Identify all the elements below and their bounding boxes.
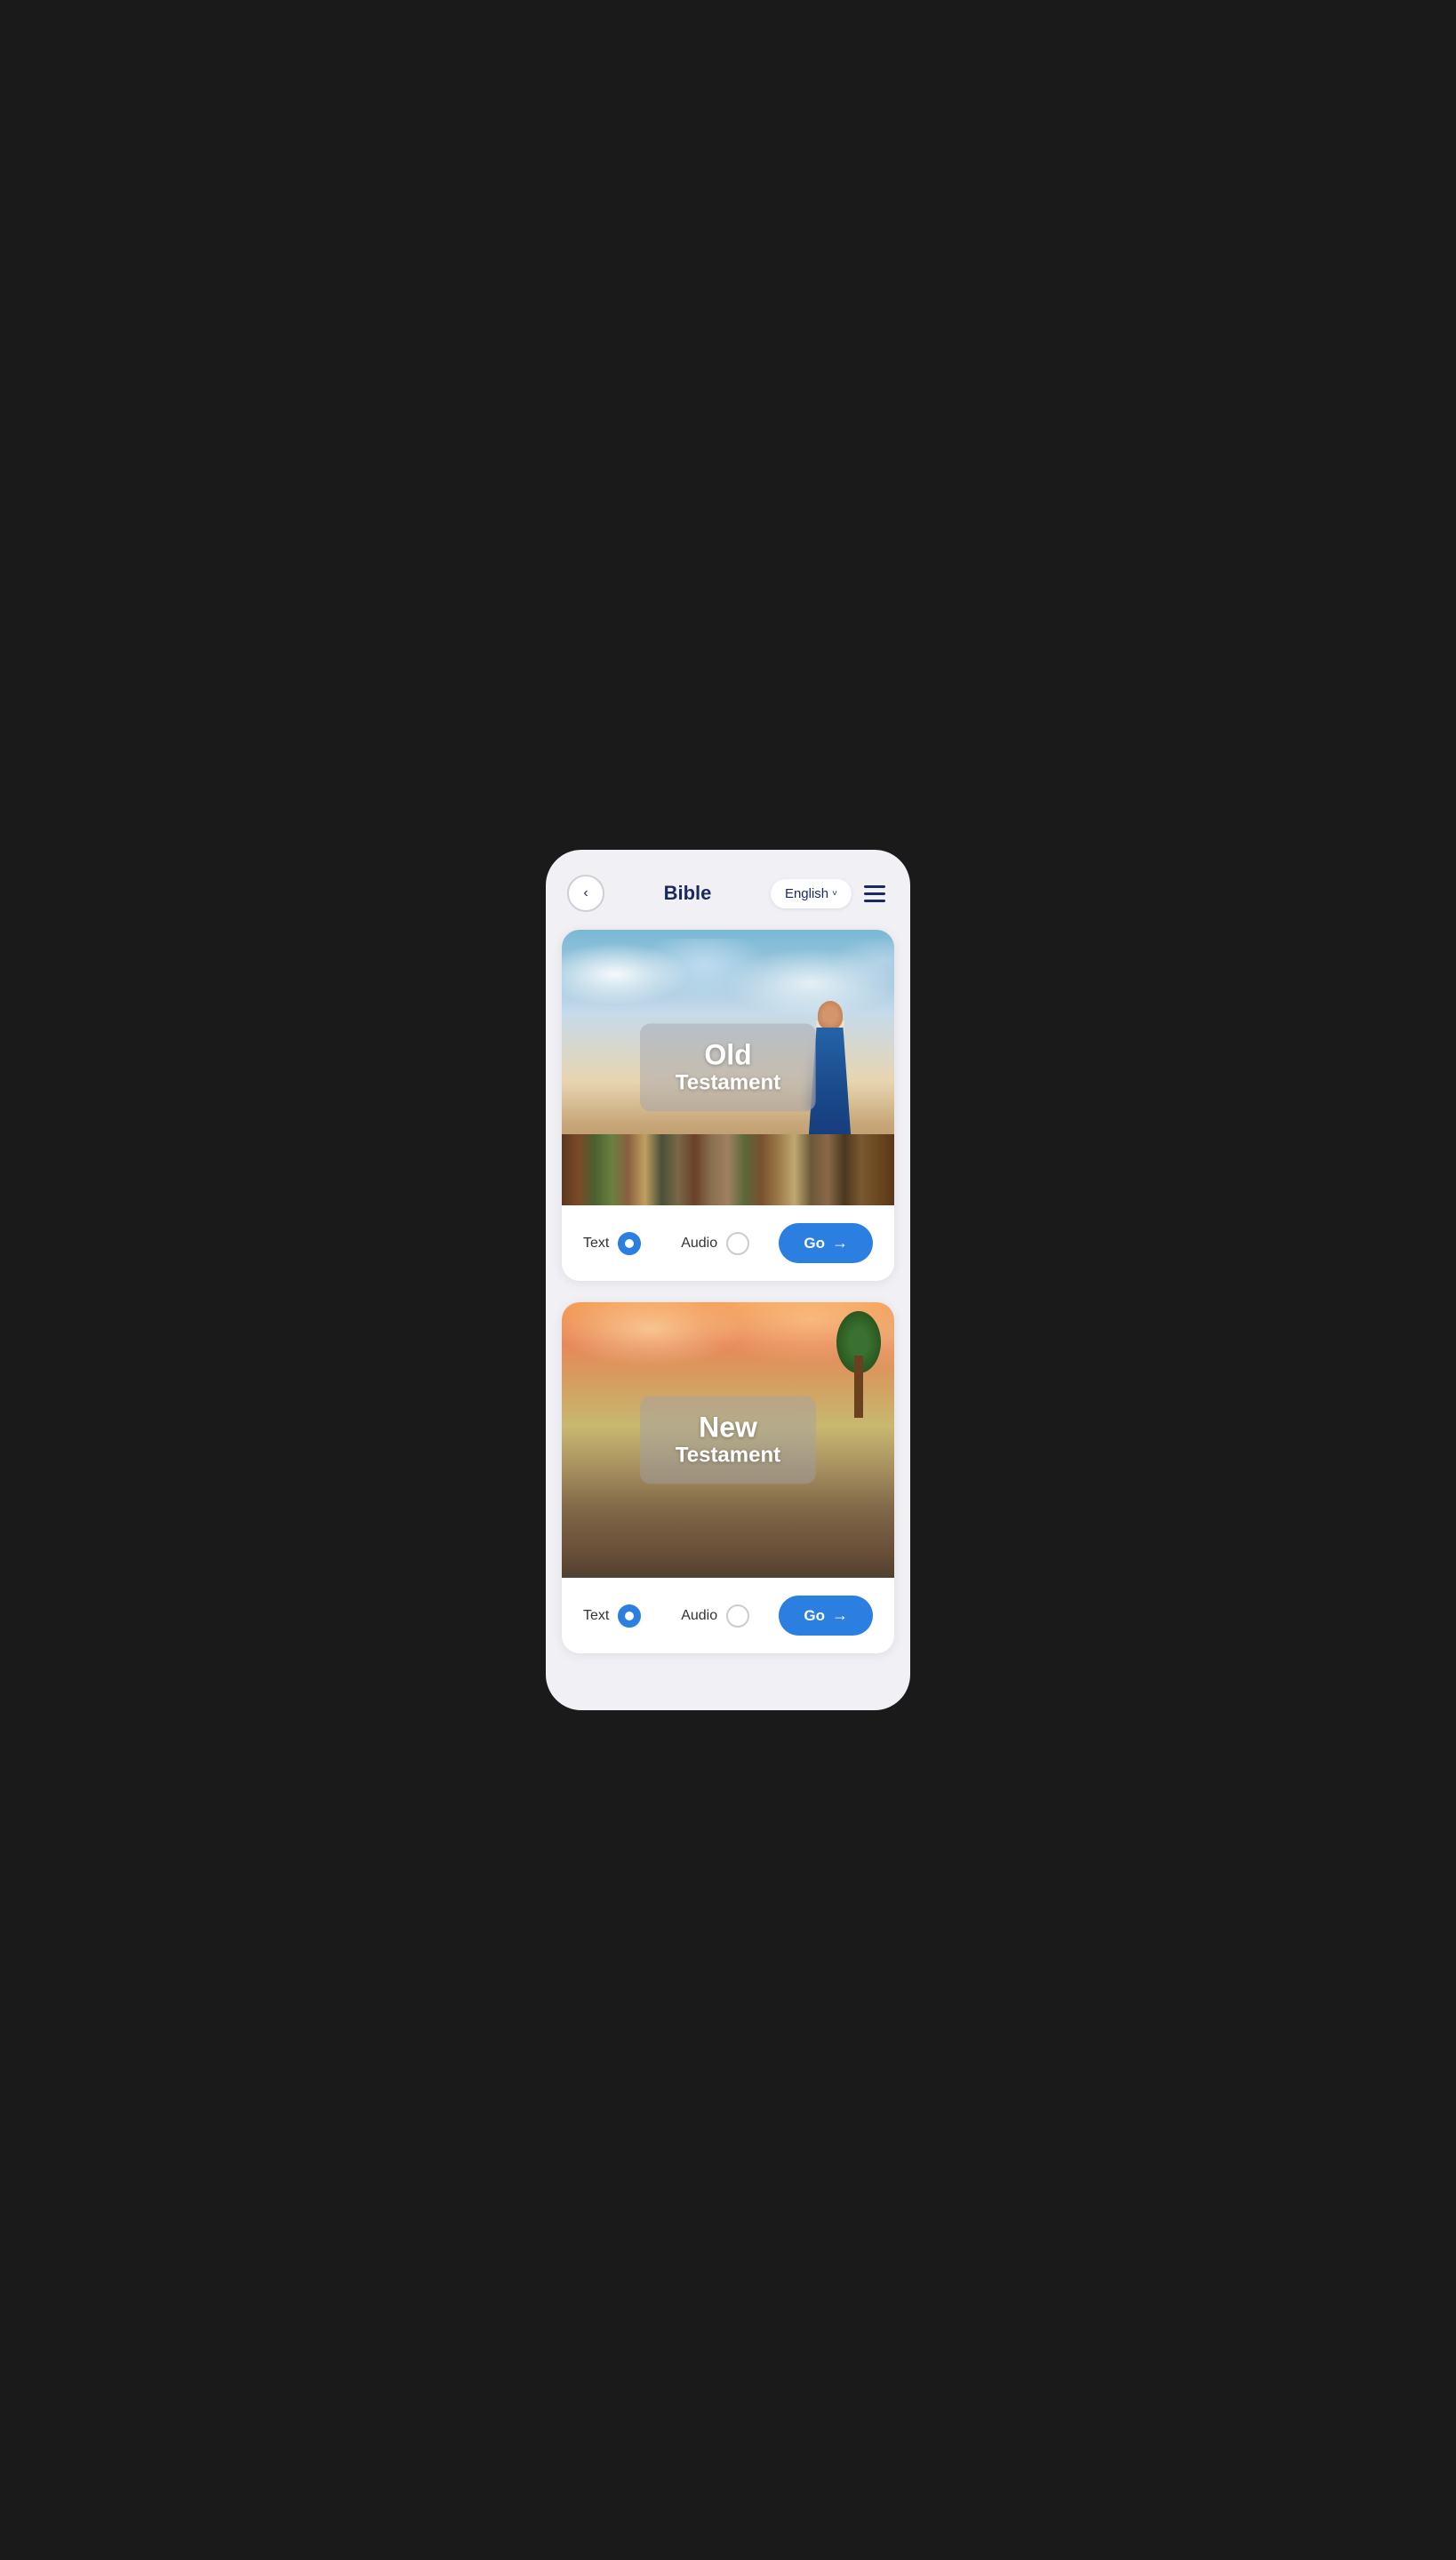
old-testament-controls: Text Audio Go →: [562, 1205, 894, 1281]
new-testament-audio-radio[interactable]: [726, 1604, 749, 1628]
old-testament-audio-label: Audio: [681, 1236, 717, 1252]
old-testament-image: Old Testament: [562, 930, 894, 1205]
old-testament-scene: Old Testament: [562, 930, 894, 1205]
old-testament-audio-radio[interactable]: [726, 1232, 749, 1255]
old-testament-text-group: Text: [583, 1232, 681, 1255]
new-testament-audio-label: Audio: [681, 1608, 717, 1624]
chevron-down-icon: ˅: [832, 889, 837, 899]
crowd-silhouettes: [562, 1134, 894, 1205]
language-selector[interactable]: English ˅: [771, 879, 852, 908]
old-testament-audio-group: Audio: [681, 1232, 779, 1255]
back-button[interactable]: ‹: [567, 875, 604, 912]
new-testament-image: New Testament: [562, 1302, 894, 1578]
old-testament-title-line1: Old: [676, 1039, 780, 1070]
old-testament-text-label: Text: [583, 1236, 609, 1252]
language-label: English: [785, 886, 828, 901]
figure-head: [818, 1001, 843, 1029]
old-testament-label-overlay: Old Testament: [640, 1023, 816, 1111]
new-testament-text-label: Text: [583, 1608, 609, 1624]
new-testament-audio-group: Audio: [681, 1604, 779, 1628]
menu-line-2: [864, 892, 885, 895]
back-icon: ‹: [583, 885, 588, 901]
header-right: English ˅: [771, 879, 889, 908]
new-testament-go-button[interactable]: Go →: [779, 1596, 873, 1636]
new-testament-go-label: Go: [804, 1607, 825, 1625]
old-testament-title-line2: Testament: [676, 1071, 780, 1096]
page-title: Bible: [664, 882, 712, 905]
menu-line-1: [864, 885, 885, 888]
phone-frame: ‹ Bible English ˅: [546, 850, 910, 1710]
new-testament-controls: Text Audio Go →: [562, 1578, 894, 1653]
new-testament-text-radio[interactable]: [618, 1604, 641, 1628]
old-testament-go-button[interactable]: Go →: [779, 1223, 873, 1263]
header: ‹ Bible English ˅: [546, 875, 910, 912]
new-testament-title-line1: New: [676, 1412, 780, 1443]
new-testament-label-overlay: New Testament: [640, 1396, 816, 1484]
go-arrow-icon-2: →: [832, 1606, 848, 1625]
go-arrow-icon: →: [832, 1234, 848, 1252]
old-testament-text-radio[interactable]: [618, 1232, 641, 1255]
hamburger-menu-button[interactable]: [860, 882, 889, 906]
tree-trunk: [854, 1356, 863, 1418]
new-testament-text-group: Text: [583, 1604, 681, 1628]
menu-line-3: [864, 900, 885, 902]
tree-decoration: [841, 1311, 876, 1418]
new-testament-card: New Testament Text Audio Go →: [562, 1302, 894, 1653]
new-testament-scene: New Testament: [562, 1302, 894, 1578]
old-testament-card: Old Testament Text Audio Go →: [562, 930, 894, 1281]
old-testament-go-label: Go: [804, 1235, 825, 1252]
new-testament-title-line2: Testament: [676, 1444, 780, 1468]
